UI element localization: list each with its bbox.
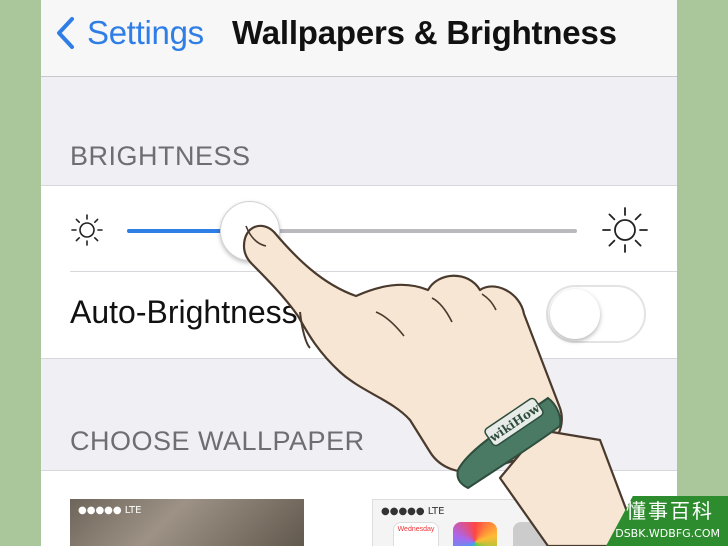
watermark-brand: 懂事百科: [626, 499, 714, 523]
watermark-url: DSBK.WDBFG.COM: [615, 527, 720, 540]
pointing-hand-icon: wikiHow: [242, 224, 642, 546]
